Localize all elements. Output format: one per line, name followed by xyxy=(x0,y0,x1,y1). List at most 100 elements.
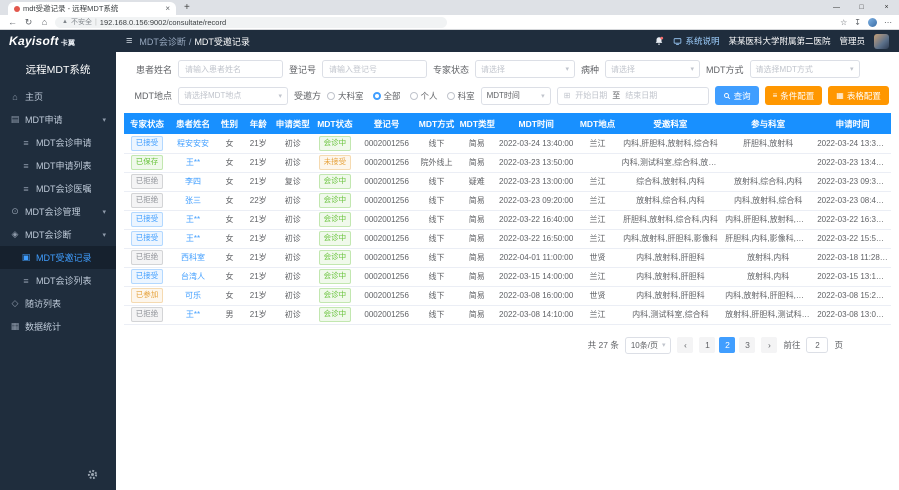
disease-select[interactable]: 请选择 ▾ xyxy=(605,60,700,78)
cell-mdt-time: 2022-03-22 16:40:00 xyxy=(496,210,577,229)
refresh-icon[interactable]: ↻ xyxy=(23,17,34,28)
invitee-radio-大科室[interactable]: 大科室 xyxy=(327,90,364,102)
expert-status-badge: 已拒绝 xyxy=(131,174,164,189)
patient-name-link[interactable]: 李四 xyxy=(185,177,201,186)
cell-invited-depts: 综合科,放射科,内科 xyxy=(619,172,723,191)
settings-gear-icon[interactable] xyxy=(87,467,98,485)
downloads-icon[interactable]: ↧ xyxy=(854,18,861,27)
table-config-button[interactable]: ▦ 表格配置 xyxy=(828,86,889,105)
table-row: 已参加可乐女21岁初诊会诊中0002001256线下简易2022-03-08 1… xyxy=(124,286,891,305)
mdt-status-badge: 会诊中 xyxy=(319,231,352,246)
cell-mdt-mode: 线下 xyxy=(415,134,457,153)
window-maximize-button[interactable]: □ xyxy=(849,0,874,15)
cell-joined-depts: 放射科,肝胆科,测试科室,测试科室 xyxy=(722,305,814,324)
patient-name-link[interactable]: 张三 xyxy=(185,196,201,205)
browser-profile-avatar[interactable] xyxy=(868,18,877,27)
browser-tab[interactable]: mdt受邀记录 - 远程MDT系统 × xyxy=(8,2,176,15)
page-button-2[interactable]: 2 xyxy=(719,337,735,353)
chevron-down-icon: ▾ xyxy=(566,65,570,73)
sidebar-item-MDT会诊管理[interactable]: ⊙MDT会诊管理▾ xyxy=(0,200,116,223)
sidebar-item-MDT会诊申请[interactable]: ≡MDT会诊申请 xyxy=(0,131,116,154)
cell-sex: 女 xyxy=(216,248,243,267)
patient-name-link[interactable]: 王** xyxy=(186,158,200,167)
window-minimize-button[interactable]: — xyxy=(824,0,849,15)
mdt-status-badge: 会诊中 xyxy=(319,174,352,189)
sidebar-item-MDT会诊医嘱[interactable]: ≡MDT会诊医嘱 xyxy=(0,177,116,200)
date-range-picker[interactable]: ⊞ 开始日期 至 结束日期 xyxy=(557,87,709,105)
radio-label: 个人 xyxy=(421,90,438,102)
cell-reg-no: 0002001256 xyxy=(358,172,416,191)
cell-sex: 女 xyxy=(216,153,243,172)
cell-mdt-mode: 线下 xyxy=(415,191,457,210)
cell-mdt-type: 简易 xyxy=(458,191,496,210)
collapse-menu-icon[interactable]: ≡ xyxy=(126,35,132,47)
page-button-3[interactable]: 3 xyxy=(739,337,755,353)
pagination-pages: 123 xyxy=(699,337,755,353)
mdt-location-select[interactable]: 请选择MDT地点 ▾ xyxy=(178,87,288,105)
pagination: 共 27 条 10条/页 ▾ ‹ 123 › 前往 页 xyxy=(124,337,843,354)
expert-status-select[interactable]: 请选择 ▾ xyxy=(475,60,575,78)
cell-apply-time: 2022-03-08 15:24:58 xyxy=(814,286,891,305)
cell-age: 21岁 xyxy=(243,153,274,172)
invitee-radio-科室[interactable]: 科室 xyxy=(447,90,475,102)
url-bar[interactable]: ▲ 不安全 | 192.168.0.156:9002/consultate/re… xyxy=(55,17,447,28)
cell-reg-no: 0002001256 xyxy=(358,229,416,248)
patient-name-link[interactable]: 王** xyxy=(186,310,200,319)
register-no-input[interactable] xyxy=(322,60,427,78)
back-icon[interactable]: ← xyxy=(7,17,18,27)
sidebar-item-随访列表[interactable]: ◇随访列表 xyxy=(0,292,116,315)
sidebar-item-数据统计[interactable]: ▦数据统计 xyxy=(0,315,116,338)
cell-mdt-location: 兰江 xyxy=(576,172,618,191)
sidebar-item-MDT会诊列表[interactable]: ≡MDT会诊列表 xyxy=(0,269,116,292)
cell-reg-no: 0002001256 xyxy=(358,248,416,267)
mdt-time-select[interactable]: MDT时间 ▾ xyxy=(481,87,551,105)
sidebar-item-主页[interactable]: ⌂主页 xyxy=(0,85,116,108)
patient-name-input[interactable] xyxy=(178,60,283,78)
mdt-mode-select[interactable]: 请选择MDT方式 ▾ xyxy=(750,60,860,78)
patient-name-link[interactable]: 台湾人 xyxy=(181,272,205,281)
table-row: 已拒绝王**男21岁初诊会诊中0002001256线下简易2022-03-08 … xyxy=(124,305,891,324)
sidebar-item-MDT受邀记录[interactable]: ▣MDT受邀记录 xyxy=(0,246,116,269)
sidebar-item-MDT会诊断[interactable]: ◈MDT会诊断▾ xyxy=(0,223,116,246)
tab-close-icon[interactable]: × xyxy=(165,4,170,13)
page-size-select[interactable]: 10条/页 ▾ xyxy=(625,337,672,354)
cell-reg-no: 0002001256 xyxy=(358,134,416,153)
patient-name-link[interactable]: 程安安安 xyxy=(177,139,209,148)
mdt-status-badge: 会诊中 xyxy=(319,307,352,322)
new-tab-button[interactable]: + xyxy=(184,2,190,13)
sidebar-item-MDT申请列表[interactable]: ≡MDT申请列表 xyxy=(0,154,116,177)
patient-name-link[interactable]: 王** xyxy=(186,215,200,224)
condition-config-button[interactable]: ≡ 条件配置 xyxy=(765,86,823,105)
cell-reg-no: 0002001256 xyxy=(358,210,416,229)
cell-mdt-location: 兰江 xyxy=(576,210,618,229)
invitee-radio-个人[interactable]: 个人 xyxy=(410,90,438,102)
cell-apply-type: 复诊 xyxy=(274,172,312,191)
page-button-1[interactable]: 1 xyxy=(699,337,715,353)
cell-age: 21岁 xyxy=(243,305,274,324)
sidebar-item-label: MDT受邀记录 xyxy=(36,251,92,264)
bell-icon[interactable] xyxy=(654,36,664,46)
cell-patient-name: 程安安安 xyxy=(170,134,216,153)
patient-name-link[interactable]: 西科室 xyxy=(181,253,205,262)
patient-name-link[interactable]: 王** xyxy=(186,234,200,243)
avatar[interactable] xyxy=(874,34,889,49)
sidebar-item-label: MDT会诊列表 xyxy=(36,274,92,287)
patient-name-link[interactable]: 可乐 xyxy=(185,291,201,300)
cell-mdt-location: 兰江 xyxy=(576,229,618,248)
column-header: MDT类型 xyxy=(458,113,496,134)
column-header: 患者姓名 xyxy=(170,113,216,134)
browser-menu-icon[interactable]: ⋯ xyxy=(884,18,892,27)
goto-page-input[interactable] xyxy=(806,337,828,353)
system-help-link[interactable]: 系统说明 xyxy=(673,35,719,47)
sidebar-item-MDT申请[interactable]: ▤MDT申请▾ xyxy=(0,108,116,131)
cell-mdt-status: 会诊中 xyxy=(312,191,358,210)
search-button[interactable]: 查询 xyxy=(715,86,759,105)
invitee-radio-全部[interactable]: 全部 xyxy=(373,90,401,102)
home-icon[interactable]: ⌂ xyxy=(39,17,50,27)
expert-status-badge: 已拒绝 xyxy=(131,250,164,265)
window-close-button[interactable]: × xyxy=(874,0,899,15)
favorites-star-icon[interactable]: ☆ xyxy=(840,18,847,27)
next-page-button[interactable]: › xyxy=(761,337,777,353)
prev-page-button[interactable]: ‹ xyxy=(677,337,693,353)
radio-circle-icon xyxy=(447,92,455,100)
